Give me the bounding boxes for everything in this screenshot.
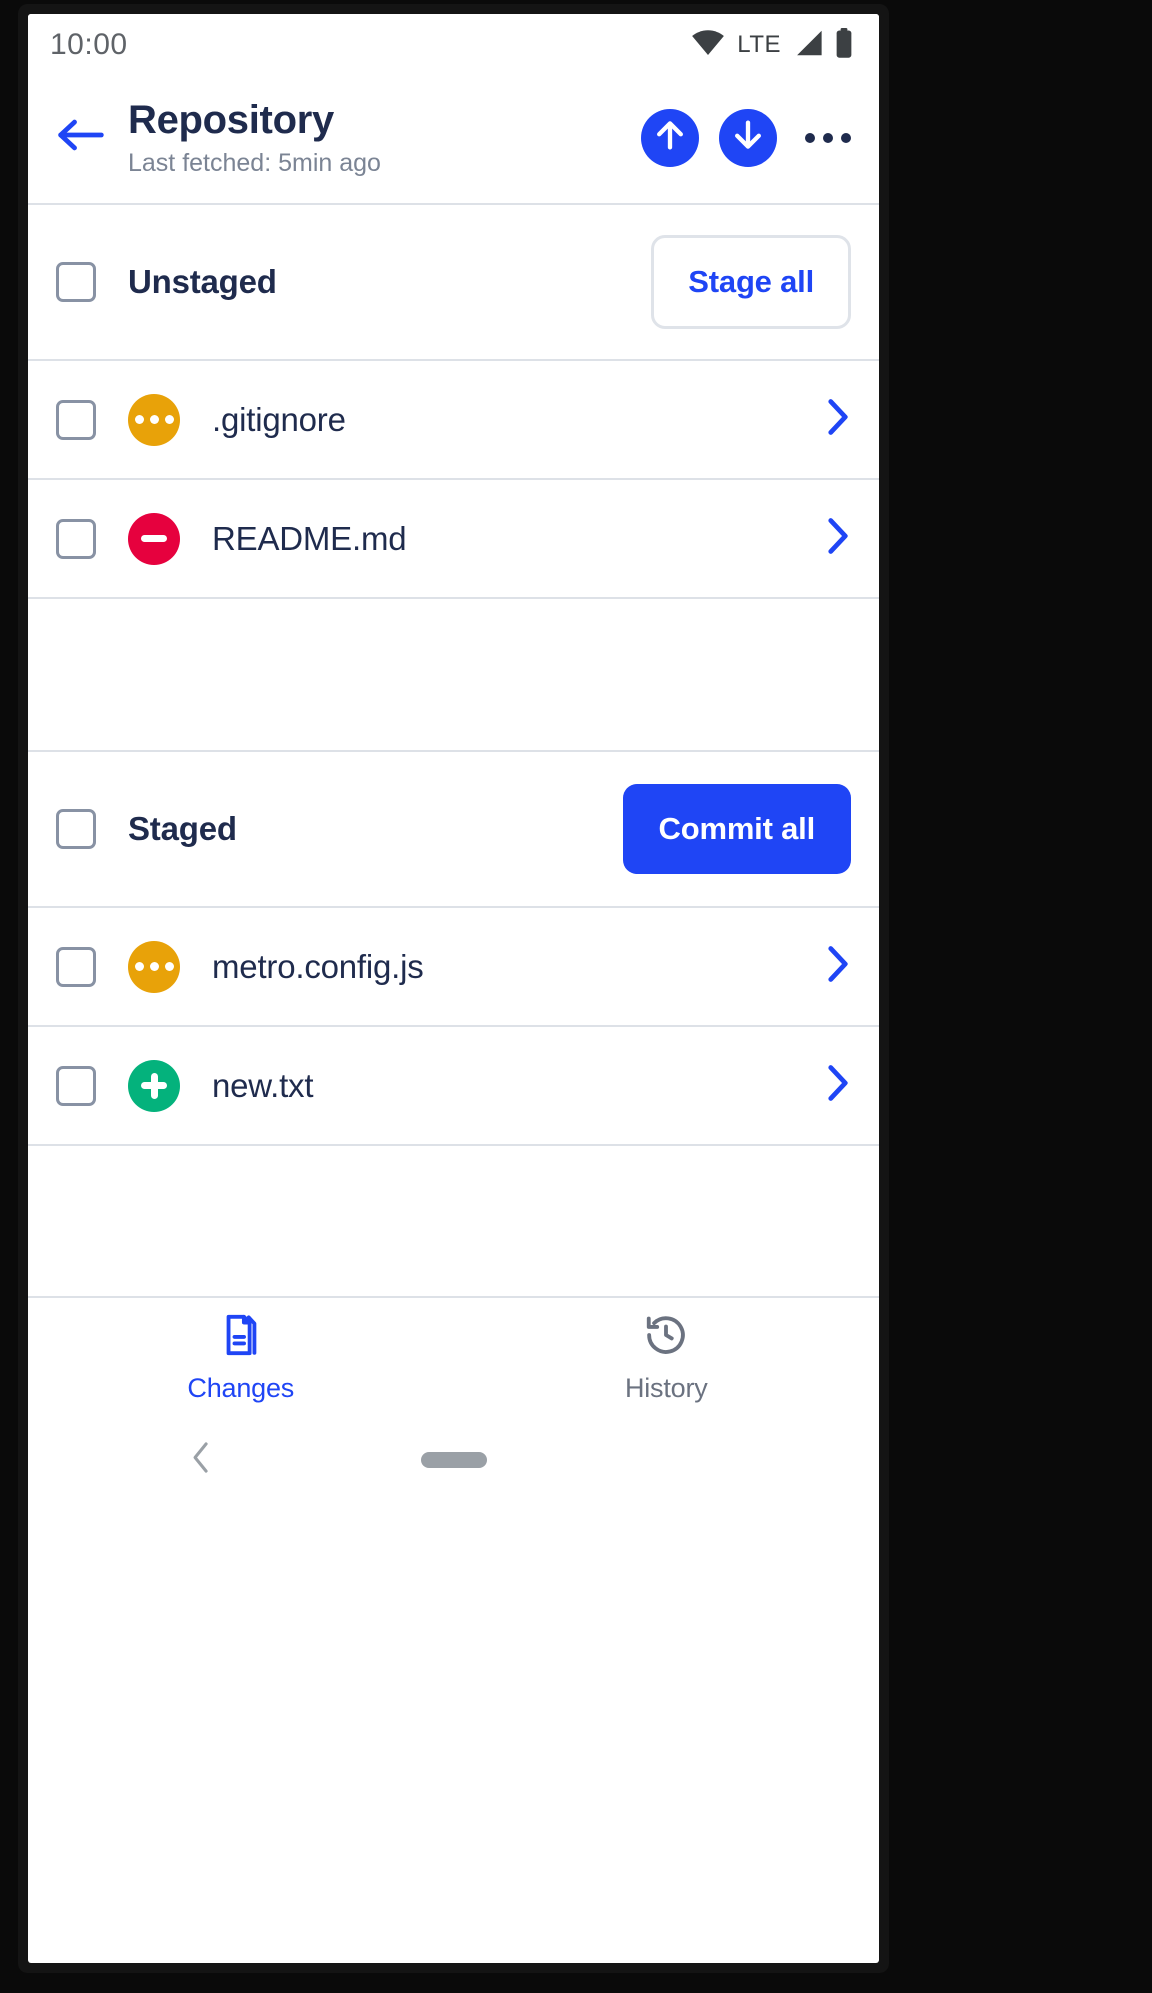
section-header-staged: Staged Commit all <box>28 752 879 909</box>
app-bar-actions <box>641 108 857 167</box>
tab-label: History <box>624 1373 708 1404</box>
file-row-new-txt[interactable]: new.txt <box>28 1027 879 1147</box>
status-bar-icons: LTE <box>691 27 853 63</box>
file-name: metro.config.js <box>212 947 424 985</box>
section-title-staged: Staged <box>128 810 237 848</box>
file-row-gitignore[interactable]: .gitignore <box>28 361 879 481</box>
android-back-icon[interactable] <box>190 1441 212 1480</box>
chevron-right-icon[interactable] <box>825 397 851 442</box>
select-all-unstaged-checkbox[interactable] <box>56 262 96 303</box>
file-document-icon <box>218 1312 264 1363</box>
chevron-right-icon[interactable] <box>825 944 851 989</box>
status-bar-clock: 10:00 <box>50 28 128 61</box>
section-header-unstaged: Unstaged Stage all <box>28 205 879 362</box>
file-checkbox[interactable] <box>56 399 96 440</box>
app-bar: Repository Last fetched: 5min ago <box>28 76 879 206</box>
file-checkbox[interactable] <box>56 1065 96 1106</box>
file-name: new.txt <box>212 1066 314 1104</box>
plus-circle-icon <box>128 1059 180 1112</box>
phone-screen: 10:00 LTE Repository Last fetched: 5min … <box>28 14 879 1963</box>
stage-all-button[interactable]: Stage all <box>651 235 851 330</box>
file-row-metro-config[interactable]: metro.config.js <box>28 908 879 1028</box>
file-checkbox[interactable] <box>56 518 96 559</box>
changes-list: Unstaged Stage all .gitignore README.md <box>28 205 879 1299</box>
battery-icon <box>835 27 853 63</box>
select-all-staged-checkbox[interactable] <box>56 809 96 850</box>
screenshot-frame: 10:00 LTE Repository Last fetched: 5min … <box>0 0 1152 1993</box>
file-checkbox[interactable] <box>56 946 96 987</box>
arrow-up-icon <box>653 118 687 157</box>
bottom-tab-bar: Changes History <box>28 1298 880 1419</box>
staged-list-empty-space <box>28 1146 879 1299</box>
pull-button[interactable] <box>719 108 777 167</box>
commit-all-button[interactable]: Commit all <box>622 784 851 875</box>
android-home-pill[interactable] <box>420 1452 487 1469</box>
clock-history-icon <box>643 1312 689 1363</box>
status-bar: 10:00 LTE <box>28 14 879 76</box>
more-horizontal-icon <box>841 132 851 143</box>
unstaged-list-empty-space <box>28 599 879 753</box>
arrow-down-icon <box>731 118 765 157</box>
chevron-right-icon[interactable] <box>825 1063 851 1108</box>
file-row-readme[interactable]: README.md <box>28 480 879 600</box>
last-fetched-label: Last fetched: 5min ago <box>128 148 381 177</box>
file-name: .gitignore <box>212 400 346 438</box>
tab-label: Changes <box>187 1373 295 1404</box>
page-title: Repository <box>128 98 334 142</box>
section-title-unstaged: Unstaged <box>128 263 277 301</box>
more-horizontal-icon <box>805 132 815 143</box>
chevron-right-icon[interactable] <box>825 516 851 561</box>
tab-changes[interactable]: Changes <box>28 1298 454 1418</box>
wifi-icon <box>691 29 725 61</box>
overflow-menu-button[interactable] <box>799 109 857 167</box>
arrow-left-icon <box>57 115 105 160</box>
tab-history[interactable]: History <box>454 1298 880 1418</box>
more-horizontal-icon <box>823 132 833 143</box>
dots-circle-icon <box>128 940 180 993</box>
android-navigation-bar <box>28 1418 879 1503</box>
minus-circle-icon <box>128 512 180 565</box>
back-button[interactable] <box>50 107 112 169</box>
network-type-label: LTE <box>737 31 781 58</box>
file-name: README.md <box>212 519 407 557</box>
signal-icon <box>793 29 823 62</box>
push-button[interactable] <box>641 108 699 167</box>
dots-circle-icon <box>128 393 180 446</box>
app-bar-title-block: Repository Last fetched: 5min ago <box>112 98 641 177</box>
